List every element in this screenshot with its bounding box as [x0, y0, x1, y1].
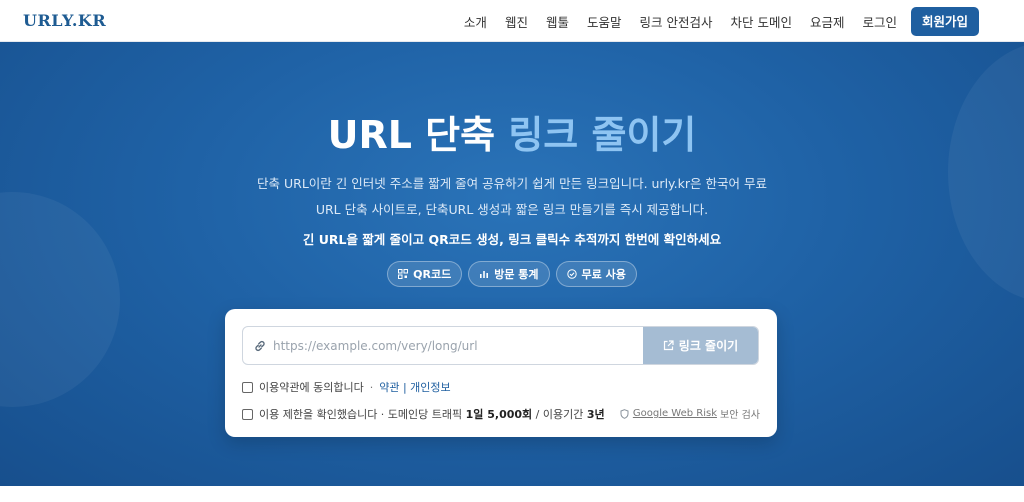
hero-title-main: URL 단축 — [327, 113, 509, 157]
usage-limit-row: 이용 제한을 확인했습니다 · 도메인당 트래픽 1일 5,000회 / 이용기… — [242, 406, 605, 422]
nav-link-safety-check[interactable]: 링크 안전검사 — [639, 12, 712, 31]
nav-help[interactable]: 도움말 — [587, 12, 622, 31]
nav-blocked-domains[interactable]: 차단 도메인 — [730, 12, 791, 31]
badge-qr-code: QR코드 — [387, 261, 463, 287]
hero-title-accent: 링크 줄이기 — [508, 113, 697, 157]
terms-label: 이용약관에 동의합니다 — [259, 381, 364, 394]
page-bottom — [0, 486, 1024, 502]
safety-check-suffix: 보안 검사 — [720, 410, 760, 421]
hero-section: URL 단축 링크 줄이기 단축 URL이란 긴 인터넷 주소를 짧게 줄여 공… — [0, 42, 1024, 486]
safety-check-note: Google Web Risk 보안 검사 — [620, 406, 760, 421]
bar-chart-icon — [480, 271, 489, 278]
badge-visit-stats-label: 방문 통계 — [494, 268, 539, 281]
badge-qr-code-label: QR코드 — [413, 268, 452, 281]
link-icon — [255, 340, 265, 352]
terms-link[interactable]: 약관 — [379, 379, 399, 395]
badge-free-use: 무료 사용 — [555, 261, 637, 287]
badge-visit-stats: 방문 통계 — [468, 261, 550, 287]
site-logo[interactable]: URLY.KR — [23, 11, 106, 30]
terms-checkbox[interactable] — [242, 381, 253, 393]
usage-limit-checkbox[interactable] — [242, 408, 253, 420]
feature-badges: QR코드 방문 통계 무료 사용 — [0, 261, 1024, 287]
period-value: 3년 — [586, 408, 605, 421]
url-input-group: 링크 줄이기 — [242, 326, 759, 365]
main-nav: 소개 웹진 웹툴 도움말 링크 안전검사 차단 도메인 요금제 로그인 회원가입 — [446, 6, 979, 36]
nav-webtools[interactable]: 웹툴 — [546, 12, 569, 31]
nav-pricing[interactable]: 요금제 — [810, 12, 845, 31]
privacy-link[interactable]: 개인정보 — [410, 379, 450, 395]
link-divider: | — [399, 380, 411, 394]
period-label: / 이용기간 — [535, 408, 584, 421]
decorative-circle-left — [0, 192, 120, 407]
shorten-link-button-label: 링크 줄이기 — [678, 339, 739, 353]
nav-about[interactable]: 소개 — [464, 12, 487, 31]
hero-description-line1: 단축 URL이란 긴 인터넷 주소를 짧게 줄여 공유하기 쉽게 만든 링크입니… — [257, 176, 767, 191]
terms-row: 이용약관에 동의합니다 · 약관 | 개인정보 — [242, 379, 451, 395]
traffic-limit-value: 1일 5,000회 — [465, 408, 533, 421]
qr-code-icon — [398, 269, 409, 279]
hero-tagline: 긴 URL을 짧게 줄이고 QR코드 생성, 링크 클릭수 추적까지 한번에 확… — [302, 232, 722, 247]
hero-description-line2: URL 단축 사이트로, 단축URL 생성과 짧은 링크 만들기를 즉시 제공합… — [315, 202, 709, 217]
hero-title: URL 단축 링크 줄이기 — [0, 104, 1024, 159]
nav-login[interactable]: 로그인 — [862, 12, 897, 31]
badge-free-use-label: 무료 사용 — [581, 268, 626, 281]
usage-limit-label: 이용 제한을 확인했습니다 · 도메인당 트래픽 — [259, 408, 463, 421]
top-navigation: URLY.KR 소개 웹진 웹툴 도움말 링크 안전검사 차단 도메인 요금제 … — [0, 0, 1024, 42]
url-input[interactable] — [273, 327, 643, 364]
check-circle-icon — [566, 269, 577, 279]
shorten-form-card: 링크 줄이기 이용약관에 동의합니다 · 약관 | 개인정보 이용 제한을 확인… — [225, 309, 777, 437]
external-link-icon — [663, 340, 674, 351]
google-web-risk-link[interactable]: Google Web Risk — [633, 408, 717, 419]
shorten-link-button[interactable]: 링크 줄이기 — [643, 327, 758, 364]
nav-webzine[interactable]: 웹진 — [505, 12, 528, 31]
separator-dot: · — [369, 380, 374, 394]
shield-icon — [620, 408, 629, 419]
signup-button[interactable]: 회원가입 — [910, 6, 979, 36]
